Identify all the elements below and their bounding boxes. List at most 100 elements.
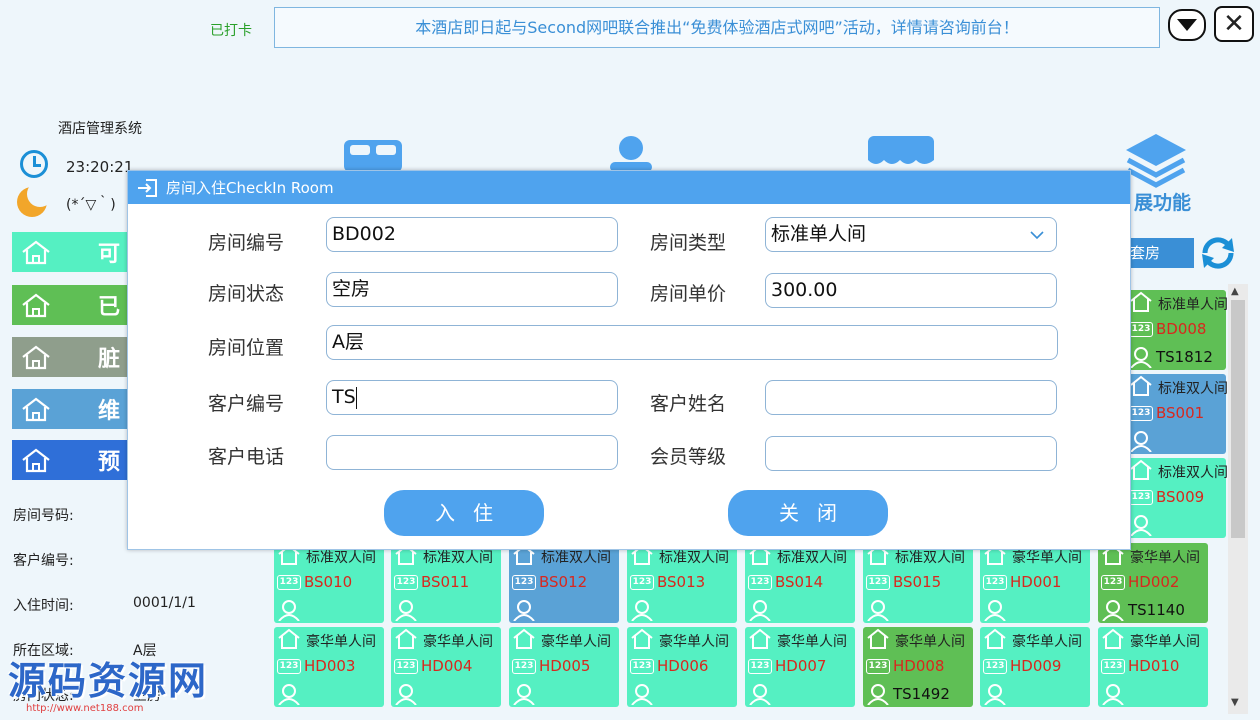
checkin-time-label: 入住时间: (13, 598, 74, 614)
number-icon: 123 (748, 659, 772, 674)
checkin-status: 已打卡 (210, 23, 252, 39)
close-button[interactable]: 关闭 (728, 490, 888, 536)
room-type: 豪华单人间 (777, 634, 847, 650)
scroll-down-arrow[interactable]: ▼ (1231, 697, 1239, 708)
status-filter-label: 已 (98, 295, 121, 320)
room-type: 豪华单人间 (541, 634, 611, 650)
room-card[interactable]: 标准双人间 123 BS010 (274, 543, 384, 623)
user-icon[interactable] (604, 134, 658, 172)
checkin-time-value: 0001/1/1 (133, 595, 196, 611)
room-card[interactable]: 豪华单人间 123 HD008 TS1492 (863, 627, 973, 707)
bed-icon[interactable] (342, 136, 404, 172)
room-type: 豪华单人间 (659, 634, 729, 650)
room-card[interactable]: 标准单人间 123 BD008 TS1812 (1126, 290, 1228, 370)
room-status-input[interactable]: 空房 (326, 272, 618, 307)
home-icon (12, 396, 60, 422)
refresh-icon[interactable] (1198, 234, 1238, 272)
status-filter-button[interactable]: 脏 (12, 337, 130, 377)
room-card[interactable]: 豪华单人间 123 HD003 (274, 627, 384, 707)
room-card[interactable]: 豪华单人间 123 HD002 TS1140 (1098, 543, 1208, 623)
close-icon: ✕ (1223, 9, 1245, 39)
person-icon (1102, 684, 1124, 705)
room-card[interactable]: 标准双人间 123 BS012 (509, 543, 619, 623)
member-level-label: 会员等级 (650, 446, 727, 468)
home-icon (12, 344, 60, 370)
number-icon: 123 (1129, 406, 1153, 421)
dialog-title: 房间入住CheckIn Room (166, 179, 334, 197)
person-icon (395, 684, 417, 705)
room-no-input[interactable]: BD002 (326, 217, 618, 252)
customer-name-input[interactable] (765, 380, 1057, 415)
scrollbar-thumb[interactable] (1231, 300, 1245, 538)
room-type-select[interactable]: 标准单人间 (765, 217, 1057, 252)
extension-label[interactable]: 展功能 (1134, 188, 1191, 215)
dropdown-button[interactable] (1168, 9, 1206, 41)
text-cursor (355, 386, 357, 409)
room-type: 标准双人间 (895, 550, 965, 566)
room-type: 标准双人间 (659, 550, 729, 566)
room-type-label: 房间类型 (650, 232, 727, 254)
room-card[interactable]: 标准双人间 123 BS001 (1126, 374, 1228, 454)
home-icon (278, 628, 300, 649)
room-card[interactable]: 豪华单人间 123 HD010 (1098, 627, 1208, 707)
status-filter-label: 维 (98, 399, 121, 424)
number-icon: 123 (630, 575, 654, 590)
person-icon (867, 600, 889, 621)
number-icon: 123 (512, 575, 536, 590)
customer-no-input[interactable]: TS (326, 380, 618, 415)
status-filter-button[interactable]: 预 (12, 440, 130, 480)
layers-icon[interactable] (1124, 132, 1188, 190)
status-filter-button[interactable]: 维 (12, 389, 130, 429)
room-no-label: 房间编号 (208, 232, 285, 254)
room-price-input[interactable]: 300.00 (765, 273, 1057, 308)
home-icon (12, 292, 60, 318)
home-icon (395, 628, 417, 649)
room-card[interactable]: 豪华单人间 123 HD004 (391, 627, 501, 707)
room-type: 标准双人间 (541, 550, 611, 566)
chevron-down-icon (1030, 231, 1044, 240)
status-filter-button[interactable]: 可 (12, 232, 130, 272)
room-type: 豪华单人间 (1012, 550, 1082, 566)
room-type: 豪华单人间 (1012, 634, 1082, 650)
number-icon: 123 (983, 659, 1007, 674)
member-level-input[interactable] (765, 436, 1057, 471)
status-filter-button[interactable]: 已 (12, 285, 130, 325)
home-icon (12, 239, 60, 265)
number-icon: 123 (512, 659, 536, 674)
room-number: HD010 (1128, 657, 1180, 675)
room-card[interactable]: 豪华单人间 123 HD009 (980, 627, 1090, 707)
room-number: BS009 (1156, 488, 1205, 506)
room-card[interactable]: 标准双人间 123 BS013 (627, 543, 737, 623)
room-number: BD008 (1156, 320, 1207, 338)
window-close-button[interactable]: ✕ (1214, 6, 1254, 42)
room-type-value: 标准单人间 (771, 223, 867, 245)
room-card[interactable]: 豪华单人间 123 HD006 (627, 627, 737, 707)
person-icon (631, 684, 653, 705)
room-card[interactable]: 标准双人间 123 BS014 (745, 543, 855, 623)
person-icon (395, 600, 417, 621)
suite-filter-button[interactable]: 套房 (1126, 238, 1194, 268)
room-number: HD002 (1128, 573, 1180, 591)
scroll-up-arrow[interactable]: ▲ (1231, 286, 1239, 297)
room-number: BS014 (775, 573, 824, 591)
home-icon (12, 447, 60, 473)
room-card[interactable]: 标准双人间 123 BS009 (1126, 458, 1228, 538)
customer-no-label: 客户编号 (208, 393, 285, 415)
room-card[interactable]: 豪华单人间 123 HD001 (980, 543, 1090, 623)
store-icon[interactable] (866, 134, 936, 172)
room-type: 豪华单人间 (1130, 550, 1200, 566)
checkin-button[interactable]: 入住 (384, 490, 544, 536)
home-icon (1102, 628, 1124, 649)
room-number: HD001 (1010, 573, 1062, 591)
room-location-input[interactable]: A层 (326, 325, 1058, 360)
person-icon (984, 600, 1006, 621)
room-location-label: 房间位置 (208, 337, 285, 359)
room-card[interactable]: 标准双人间 123 BS011 (391, 543, 501, 623)
room-number: HD006 (657, 657, 709, 675)
customer-phone-input[interactable] (326, 435, 618, 470)
room-card[interactable]: 豪华单人间 123 HD005 (509, 627, 619, 707)
room-card[interactable]: 标准双人间 123 BS015 (863, 543, 973, 623)
home-icon (749, 628, 771, 649)
person-icon (1130, 515, 1152, 536)
room-card[interactable]: 豪华单人间 123 HD007 (745, 627, 855, 707)
